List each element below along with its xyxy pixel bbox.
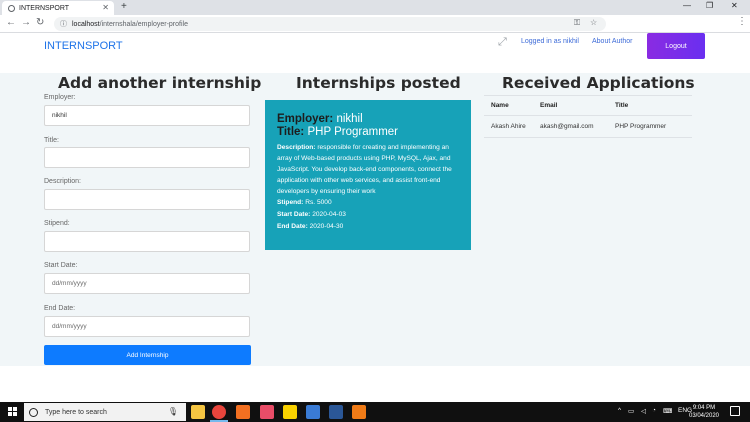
start-date-label: Start Date: (44, 262, 78, 269)
card-end-date: End Date: 2020-04-30 (277, 221, 459, 233)
card-start-value: 2020-04-03 (312, 211, 346, 218)
restore-icon[interactable]: ❐ (706, 1, 713, 10)
card-employer: Employer: nikhil (277, 113, 459, 126)
url-path: /internshala/employer-profile (99, 20, 188, 28)
title-field[interactable] (44, 147, 250, 168)
search-placeholder: Type here to search (45, 408, 107, 416)
notifications-icon[interactable] (730, 406, 740, 416)
address-bar: ← → ↻ ⓘ localhost/internshala/employer-p… (0, 15, 750, 33)
battery-icon[interactable]: ▭ (628, 407, 634, 415)
end-date-label: End Date: (44, 305, 76, 312)
back-icon[interactable]: ← (6, 17, 16, 28)
cortana-icon (29, 407, 38, 417)
end-date-field[interactable]: dd/mm/yyyy (44, 316, 250, 337)
start-date-field[interactable]: dd/mm/yyyy (44, 273, 250, 294)
card-employer-key: Employer: (277, 113, 334, 125)
expand-icon[interactable]: ⤢ (498, 36, 510, 48)
minimize-icon[interactable]: — (683, 1, 691, 10)
card-description: Description: responsible for creating an… (277, 142, 459, 197)
internships-posted-title: Internships posted (296, 74, 461, 92)
about-author-link[interactable]: About Author (592, 38, 632, 45)
column-header-title: Title (615, 102, 629, 109)
windows-start-icon[interactable] (8, 407, 17, 416)
clock-date: 03/04/2020 (688, 413, 720, 419)
wifi-icon[interactable]: ◔ (652, 407, 656, 414)
close-window-icon[interactable]: ✕ (731, 1, 738, 10)
column-header-name: Name (491, 102, 509, 109)
app-icon-red[interactable] (260, 405, 274, 419)
forward-icon[interactable]: → (21, 17, 31, 28)
table-row: Akash Ahire akash@gmail.com PHP Programm… (484, 116, 692, 138)
star-icon[interactable]: ☆ (590, 18, 597, 27)
site-navbar: INTERNSPORT ⤢ Logged in as nikhil About … (0, 33, 750, 73)
card-stipend: Stipend: Rs. 5000 (277, 197, 459, 209)
card-end-value: 2020-04-30 (309, 223, 344, 230)
cell-email: akash@gmail.com (540, 123, 594, 130)
sticky-notes-icon[interactable] (283, 405, 297, 419)
logged-in-link[interactable]: Logged in as nikhil (521, 38, 579, 45)
clock-time: 9:04 PM (692, 405, 716, 411)
card-start-key: Start Date: (277, 211, 311, 218)
card-description-value: responsible for creating and implementin… (277, 144, 452, 195)
volume-icon[interactable]: ◁ (641, 407, 646, 415)
add-internship-button[interactable]: Add Internship (44, 345, 251, 365)
card-start-date: Start Date: 2020-04-03 (277, 209, 459, 221)
taskbar-search[interactable]: Type here to search 🎙 (24, 403, 186, 421)
chrome-icon[interactable] (210, 405, 228, 422)
table-header: Name Email Title (484, 95, 692, 116)
card-title-key: Title: (277, 126, 305, 138)
globe-icon (8, 4, 15, 12)
received-applications-title: Received Applications (502, 74, 695, 92)
clock[interactable]: 9:04 PM 03/04/2020 (688, 404, 720, 420)
new-tab-icon[interactable]: + (121, 1, 127, 12)
cell-name: Akash Ahire (491, 123, 526, 130)
info-icon[interactable]: ⓘ (60, 19, 67, 29)
url-host: localhost (72, 20, 100, 28)
reload-icon[interactable]: ↻ (36, 17, 44, 28)
taskbar: Type here to search 🎙 ^ ▭ ◁ ◔ ⌨ ENG 9:04… (0, 402, 750, 422)
brand-link[interactable]: INTERNSPORT (44, 40, 123, 52)
applications-table: Name Email Title Akash Ahire akash@gmail… (484, 95, 692, 138)
main-content: Add another internship Internships poste… (0, 73, 750, 366)
logout-button[interactable]: Logout (647, 33, 705, 59)
file-explorer-icon[interactable] (191, 405, 205, 419)
stipend-label: Stipend: (44, 220, 70, 227)
show-hidden-icons-icon[interactable]: ^ (618, 407, 621, 414)
card-stipend-value: Rs. 5000 (305, 199, 332, 206)
browser-tab[interactable]: INTERNSPORT ✕ (2, 1, 114, 15)
card-employer-value: nikhil (336, 113, 363, 125)
menu-icon[interactable]: ⋮ (737, 16, 747, 27)
title-label: Title: (44, 137, 59, 144)
word-icon[interactable] (329, 405, 343, 419)
url-field[interactable]: ⓘ localhost/internshala/employer-profile… (54, 17, 606, 31)
add-internship-title: Add another internship (58, 74, 262, 92)
xampp-icon[interactable] (236, 405, 250, 419)
sublime-text-icon[interactable] (352, 405, 366, 419)
description-field[interactable] (44, 189, 250, 210)
microphone-icon[interactable]: 🎙 (168, 407, 178, 416)
app-icon-blue[interactable] (306, 405, 320, 419)
stipend-field[interactable] (44, 231, 250, 252)
card-title: Title: PHP Programmer (277, 126, 459, 139)
tab-title: INTERNSPORT (19, 4, 70, 12)
employer-label: Employer: (44, 94, 76, 101)
card-end-key: End Date: (277, 223, 308, 230)
description-label: Description: (44, 178, 81, 185)
keyboard-icon[interactable]: ⌨ (663, 407, 672, 415)
card-title-value: PHP Programmer (307, 126, 399, 138)
browser-tab-bar: INTERNSPORT ✕ + — ❐ ✕ (0, 0, 750, 15)
cell-title: PHP Programmer (615, 123, 667, 130)
employer-field[interactable]: nikhil (44, 105, 250, 126)
card-stipend-key: Stipend: (277, 199, 304, 206)
close-tab-icon[interactable]: ✕ (102, 3, 109, 12)
column-header-email: Email (540, 102, 558, 109)
key-icon[interactable]: ⚿ (574, 18, 580, 28)
internship-card: Employer: nikhil Title: PHP Programmer D… (265, 100, 471, 250)
card-description-key: Description: (277, 144, 316, 151)
